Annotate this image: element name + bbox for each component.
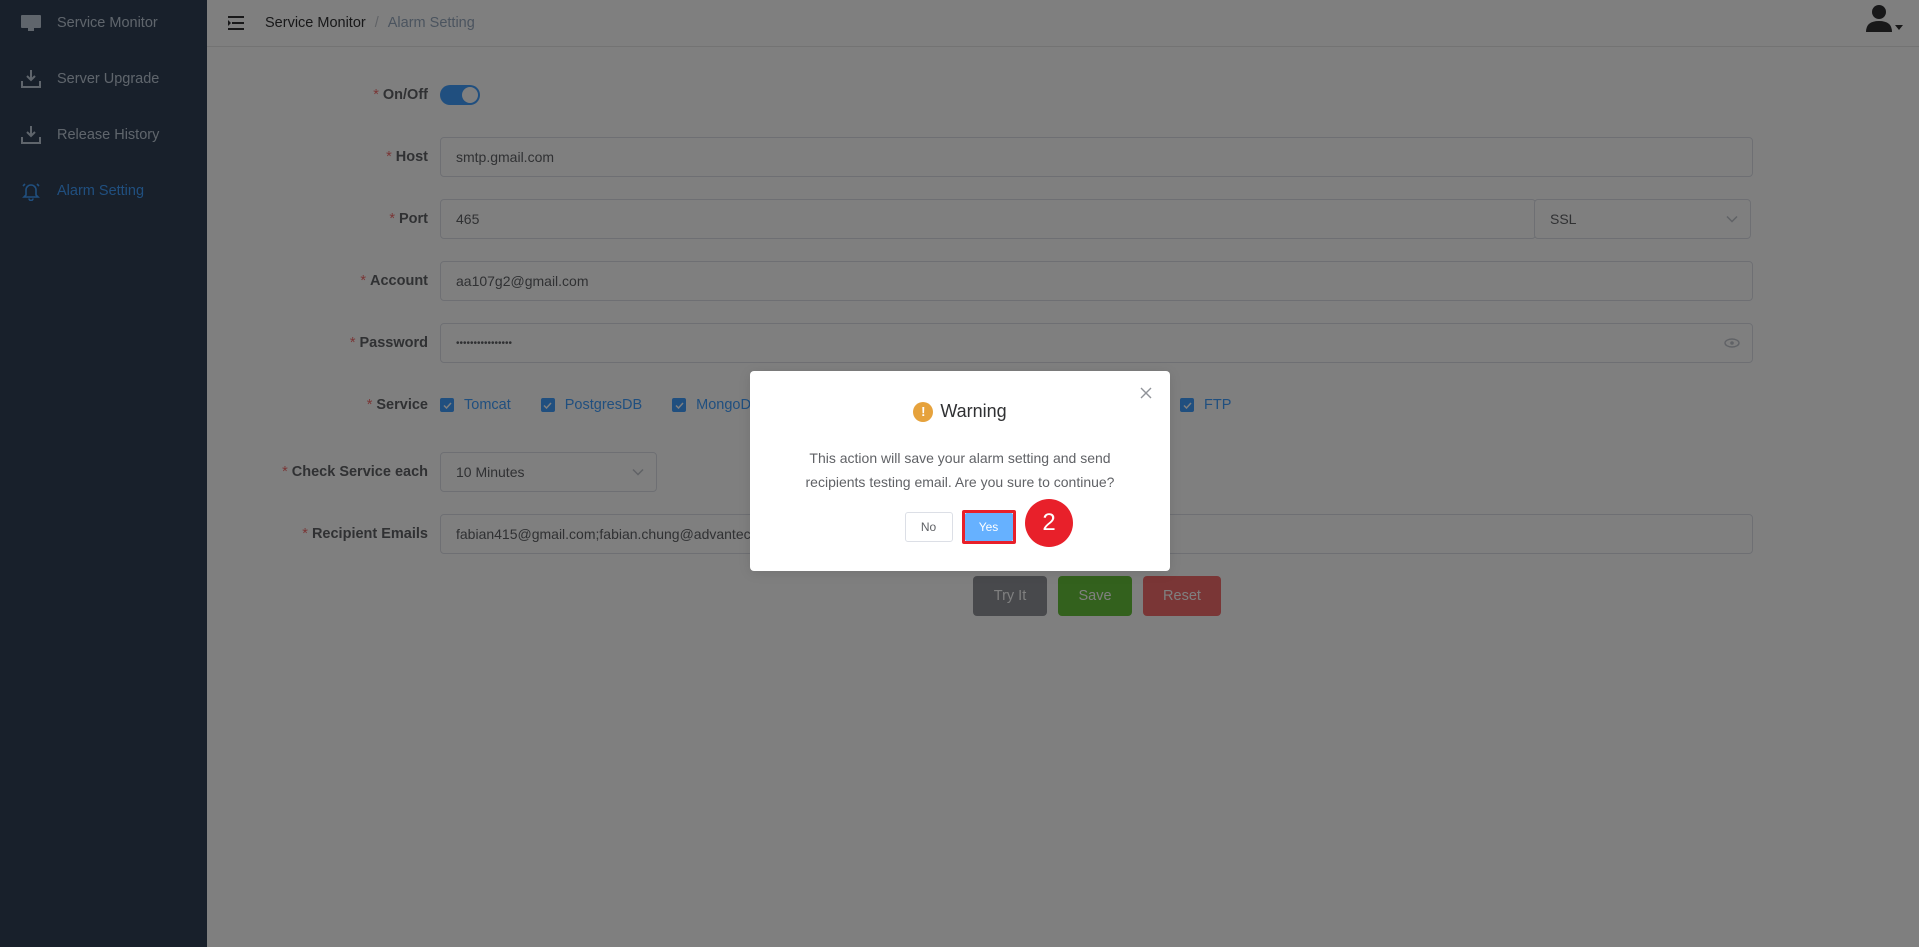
dialog-message: This action will save your alarm setting… [790,446,1130,494]
dialog-title: ! Warning [750,401,1170,422]
close-icon[interactable] [1138,385,1154,401]
yes-button[interactable]: Yes [964,513,1013,541]
dialog-message-line: recipients testing email. Are you sure t… [805,474,1115,490]
step-badge: 2 [1025,499,1073,547]
dialog-message-line: This action will save your alarm setting… [809,450,1111,466]
dialog-buttons: No Yes [750,510,1170,544]
yes-button-highlight: Yes [961,510,1016,544]
no-button[interactable]: No [904,512,953,542]
warning-icon: ! [913,401,934,422]
warning-dialog: ! Warning This action will save your ala… [750,371,1170,571]
